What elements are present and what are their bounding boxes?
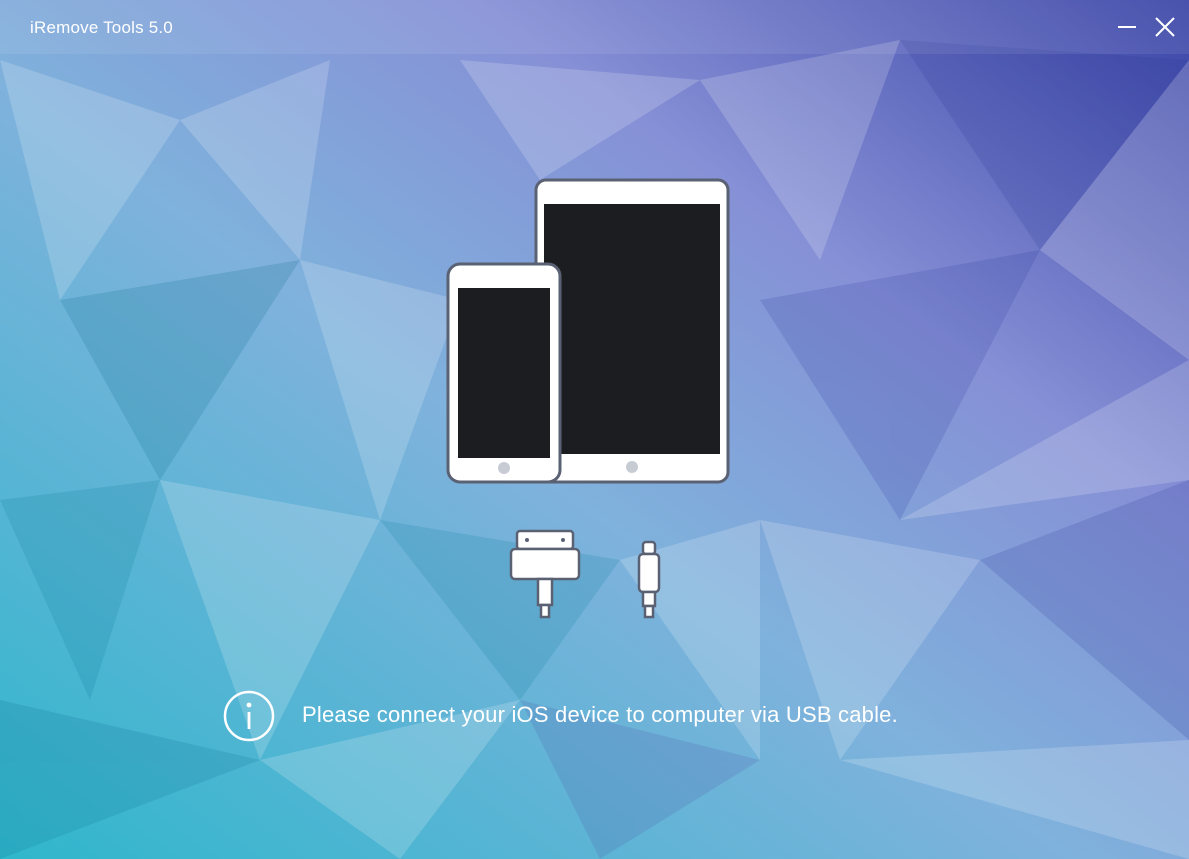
- app-window: iRemove Tools 5.0 Please connect your iO…: [0, 0, 1189, 859]
- devices-illustration: [446, 178, 730, 484]
- minimize-button[interactable]: [1112, 12, 1142, 42]
- close-button[interactable]: [1150, 12, 1180, 42]
- 30-pin-connector-icon: [509, 529, 581, 619]
- minimize-icon: [1118, 26, 1136, 28]
- app-title: iRemove Tools 5.0: [30, 18, 173, 37]
- info-icon: [223, 690, 275, 742]
- phone-icon: [446, 262, 562, 484]
- close-icon: [1155, 17, 1175, 37]
- tablet-icon: [534, 178, 730, 484]
- connect-message: Please connect your iOS device to comput…: [302, 702, 898, 727]
- title-bar: iRemove Tools 5.0: [0, 0, 1189, 54]
- connect-instruction: Please connect your iOS device to comput…: [222, 688, 1082, 744]
- lightning-connector-icon: [637, 540, 661, 619]
- cables-illustration: [509, 529, 661, 619]
